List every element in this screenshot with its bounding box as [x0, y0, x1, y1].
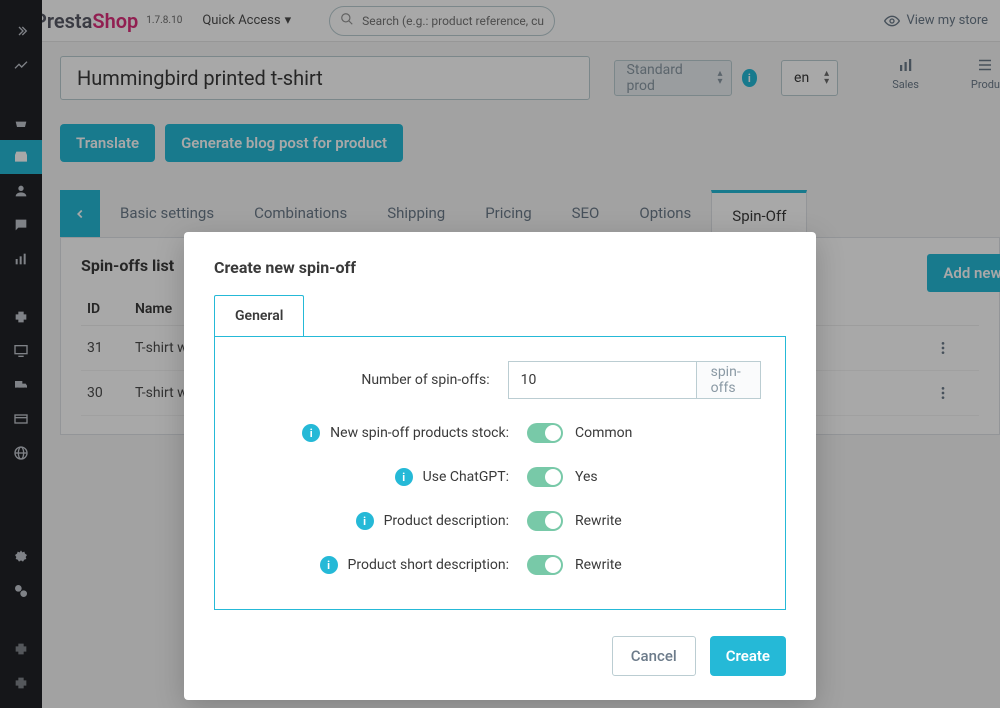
chatgpt-toggle[interactable] [527, 467, 563, 487]
desc-label: Product description: [384, 513, 509, 529]
info-icon[interactable]: i [302, 424, 320, 442]
short-desc-label: Product short description: [348, 557, 509, 573]
chatgpt-value: Yes [575, 469, 598, 485]
modal-body: Number of spin-offs: spin-offs i New spin… [214, 336, 786, 610]
create-button[interactable]: Create [710, 636, 786, 676]
count-suffix: spin-offs [696, 361, 761, 399]
modal-tab-general[interactable]: General [214, 295, 304, 336]
desc-toggle[interactable] [527, 511, 563, 531]
modal-title: Create new spin-off [214, 258, 786, 277]
stock-label: New spin-off products stock: [330, 425, 509, 441]
info-icon[interactable]: i [395, 468, 413, 486]
desc-value: Rewrite [575, 513, 622, 529]
modal-footer: Cancel Create [214, 636, 786, 676]
create-spinoff-modal: Create new spin-off General Number of sp… [184, 232, 816, 700]
modal-overlay[interactable]: Create new spin-off General Number of sp… [0, 0, 1000, 708]
info-icon[interactable]: i [356, 512, 374, 530]
modal-tabs: General [214, 295, 786, 336]
short-desc-value: Rewrite [575, 557, 622, 573]
info-icon[interactable]: i [320, 556, 338, 574]
count-input[interactable] [508, 361, 696, 399]
stock-value: Common [575, 425, 632, 441]
chatgpt-label: Use ChatGPT: [423, 469, 509, 485]
count-label: Number of spin-offs: [361, 372, 489, 388]
cancel-button[interactable]: Cancel [612, 636, 696, 676]
short-desc-toggle[interactable] [527, 555, 563, 575]
stock-toggle[interactable] [527, 423, 563, 443]
count-input-group: spin-offs [508, 361, 761, 399]
